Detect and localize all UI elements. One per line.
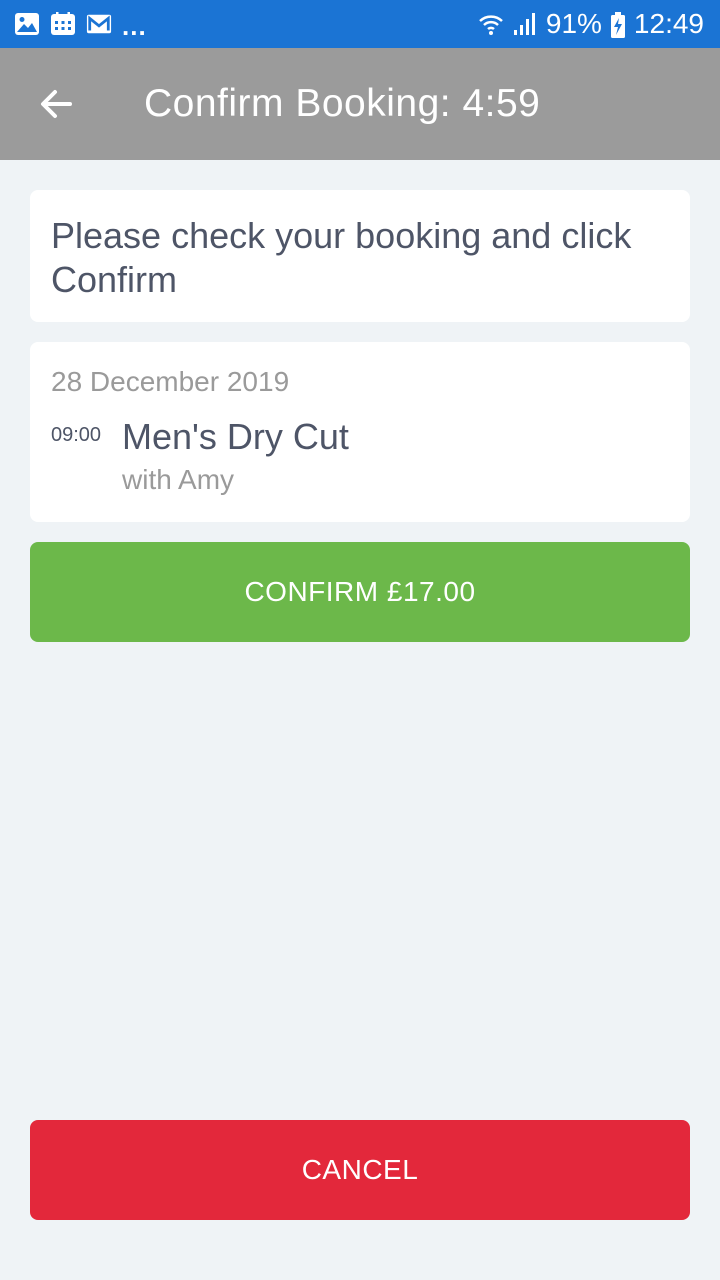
- signal-icon: [512, 11, 538, 37]
- app-toolbar: Confirm Booking: 4:59: [0, 48, 720, 160]
- booking-staff: with Amy: [122, 464, 235, 495]
- overflow-indicator: ...: [122, 10, 147, 41]
- cancel-button[interactable]: CANCEL: [30, 1120, 690, 1220]
- booking-time: 09:00: [51, 424, 102, 446]
- booking-row: 09:00 Men's Dry Cut with Amy: [51, 416, 669, 496]
- wifi-icon: [478, 11, 504, 37]
- back-button[interactable]: [24, 72, 88, 136]
- booking-card: 28 December 2019 09:00 Men's Dry Cut wit…: [30, 342, 690, 522]
- page-title: Confirm Booking: 4:59: [144, 82, 541, 125]
- booking-service: Men's Dry Cut: [122, 416, 349, 457]
- status-right-group: 91% 12:49: [478, 8, 704, 40]
- instruction-text: Please check your booking and click Conf…: [51, 215, 632, 300]
- battery-percent: 91%: [545, 8, 602, 39]
- instruction-card: Please check your booking and click Conf…: [30, 190, 690, 322]
- confirm-button[interactable]: CONFIRM £17.00: [30, 542, 690, 642]
- booking-details: Men's Dry Cut with Amy: [122, 416, 349, 496]
- status-bar: ... 91% 12:49: [0, 0, 720, 48]
- status-left-group: ...: [14, 7, 147, 42]
- clock: 12:49: [633, 8, 704, 39]
- booking-date: 28 December 2019: [51, 366, 290, 397]
- gmail-icon: [86, 11, 112, 37]
- arrow-left-icon: [41, 90, 72, 118]
- gallery-icon: [14, 11, 40, 37]
- battery-charging-icon: [610, 11, 626, 38]
- calendar-icon: [50, 11, 76, 37]
